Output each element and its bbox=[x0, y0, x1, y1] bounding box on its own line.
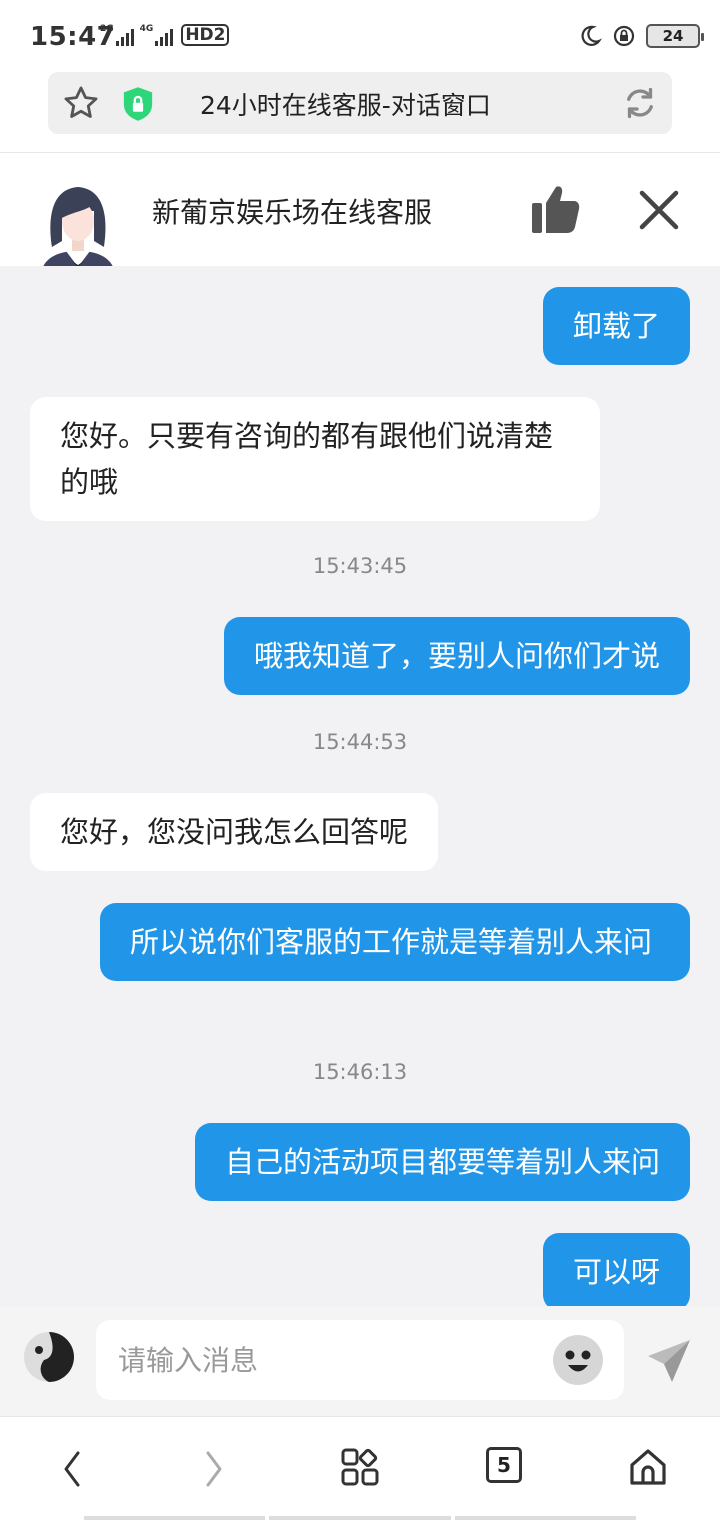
star-icon[interactable] bbox=[62, 84, 100, 122]
tabs-count-button[interactable]: 5 bbox=[486, 1447, 522, 1483]
thumbs-up-icon[interactable] bbox=[528, 183, 582, 235]
apps-icon[interactable] bbox=[340, 1447, 380, 1487]
moon-icon bbox=[581, 25, 602, 46]
browser-bottom-nav: 5 bbox=[0, 1416, 720, 1520]
message-input-box bbox=[96, 1320, 624, 1400]
network-tag-4g: 4G bbox=[139, 24, 154, 34]
image-attach-icon[interactable] bbox=[22, 1330, 76, 1384]
message-timestamp: 15:44:53 bbox=[312, 730, 408, 754]
close-icon[interactable] bbox=[636, 187, 682, 233]
shield-lock-icon bbox=[123, 87, 153, 121]
status-right: 24 bbox=[578, 24, 704, 48]
message-bubble-outgoing: 自己的活动项目都要等着别人来问 bbox=[194, 1123, 690, 1201]
chat-header: 新葡京娱乐场在线客服 bbox=[0, 152, 720, 277]
message-bubble-outgoing: 所以说你们客服的工作就是等着别人来问 bbox=[100, 903, 690, 981]
message-bubble-incoming: 您好，您没问我怎么回答呢 bbox=[30, 793, 439, 871]
message-bubble-incoming: 您好。只要有咨询的都有跟他们说清楚的哦 bbox=[30, 397, 600, 521]
message-list[interactable]: 卸载了 您好。只要有咨询的都有跟他们说清楚的哦 15:43:45 哦我知道了，要… bbox=[0, 266, 720, 1306]
page-title: 24小时在线客服-对话窗口 bbox=[200, 91, 491, 120]
message-bubble-outgoing: 可以呀 bbox=[542, 1233, 690, 1306]
send-icon[interactable] bbox=[646, 1338, 692, 1384]
back-icon[interactable] bbox=[56, 1447, 88, 1491]
hd-voice-badge: HD2 bbox=[181, 24, 230, 46]
message-timestamp: 15:46:13 bbox=[312, 1060, 408, 1084]
message-input[interactable] bbox=[118, 1320, 538, 1400]
gesture-bar bbox=[84, 1516, 636, 1520]
forward-icon[interactable] bbox=[198, 1447, 230, 1491]
message-bubble-outgoing: 卸载了 bbox=[542, 287, 690, 365]
rotation-lock-icon bbox=[613, 25, 635, 47]
message-input-bar bbox=[0, 1306, 720, 1416]
agent-avatar bbox=[40, 187, 116, 277]
home-icon[interactable] bbox=[628, 1447, 668, 1487]
signal-icon bbox=[155, 26, 174, 46]
message-timestamp: 15:43:45 bbox=[312, 554, 408, 578]
status-bar: 15:47 2G 4G HD2 24 bbox=[0, 0, 720, 72]
message-bubble-outgoing: 哦我知道了，要别人问你们才说 bbox=[223, 617, 690, 695]
network-tag-2g: 2G bbox=[100, 24, 114, 34]
battery-indicator: 24 bbox=[646, 24, 704, 48]
chat-title: 新葡京娱乐场在线客服 bbox=[152, 196, 433, 229]
emoji-icon[interactable] bbox=[552, 1334, 604, 1386]
network-indicators: 2G 4G HD2 bbox=[100, 24, 230, 46]
address-bar[interactable]: 24小时在线客服-对话窗口 bbox=[48, 72, 672, 134]
reload-icon[interactable] bbox=[622, 85, 658, 121]
signal-icon bbox=[115, 26, 134, 46]
